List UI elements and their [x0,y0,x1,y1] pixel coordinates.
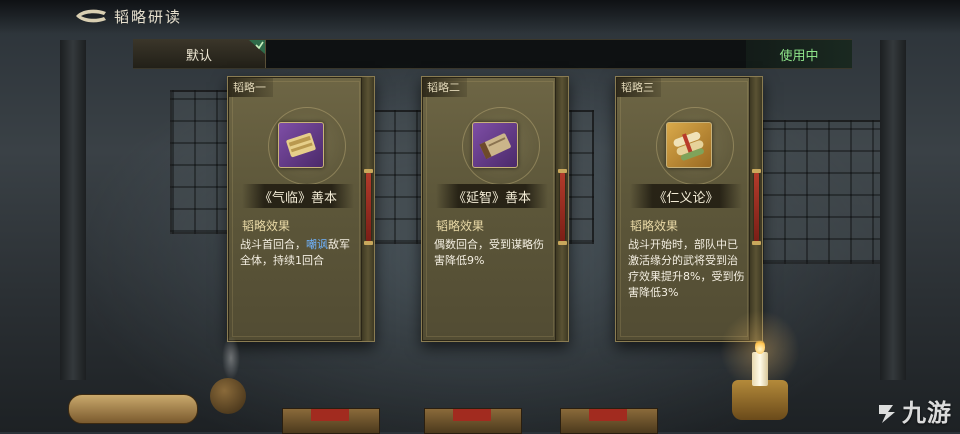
rolled-scroll-decoration [68,394,198,424]
in-use-label: 使用中 [779,49,819,64]
book-name: 《仁义论》 [653,191,719,206]
background-pillar-right [880,40,906,380]
page-title: 韬略研读 [114,8,183,26]
background-pillar-left [60,40,86,380]
in-use-status: 使用中 [746,40,852,68]
tab-default[interactable]: 默认 [133,40,266,68]
book-name: 《气临》善本 [258,191,337,206]
back-arrow-icon[interactable] [74,6,108,26]
strategy-card-3[interactable]: 韬略三 《仁义论》 韬略效果 战斗开始时，部队中已激活缘分的武将受到治疗效果提升… [615,76,763,342]
incense-burner-icon [210,378,246,414]
red-scroll-ornament-icon [364,169,373,245]
check-corner-icon [249,40,265,54]
watermark-text: 九游 [902,399,952,427]
effect-label: 韬略效果 [630,219,679,233]
red-scroll-ornament-icon [558,169,567,245]
effect-text-part: 战斗开始时，部队中已激活缘分的武将受到治疗效果提升8%，受到伤害降低3% [628,238,745,299]
purple-scroll-icon [278,122,324,168]
card-tag: 韬略二 [422,77,467,97]
effect-description: 战斗开始时，部队中已激活缘分的武将受到治疗效果提升8%，受到伤害降低3% [628,237,746,301]
desk-book-2 [424,408,522,434]
preset-tab-bar: 默认 使用中 [133,39,852,69]
desk-book-3 [560,408,658,434]
effect-keyword-link[interactable]: 嘲讽 [306,238,328,251]
candle-holder [732,380,788,420]
effect-label: 韬略效果 [436,219,485,233]
jiuyou-logo-icon [879,405,895,423]
purple-book-icon [472,122,518,168]
incense-smoke [222,336,240,380]
strategy-card-1[interactable]: 韬略一 《气临》善本 韬略效果 战斗首回合，嘲讽敌军全体，持续1回合 [227,76,375,342]
candle [752,352,768,386]
effect-text-part: 战斗首回合， [240,238,306,251]
effect-description: 战斗首回合，嘲讽敌军全体，持续1回合 [240,237,358,269]
gold-scrolls-icon [666,122,712,168]
red-scroll-ornament-icon [752,169,761,245]
card-tag: 韬略一 [228,77,273,97]
book-name-plate: 《延智》善本 [436,184,548,208]
watermark: 九游 [875,393,952,428]
book-name-plate: 《仁义论》 [630,184,742,208]
strategy-card-2[interactable]: 韬略二 《延智》善本 韬略效果 偶数回合，受到谋略伤害降低9% [421,76,569,342]
desk-book-1 [282,408,380,434]
effect-label: 韬略效果 [242,219,291,233]
book-name: 《延智》善本 [452,191,531,206]
candle-flame-icon [755,338,765,354]
tab-default-label: 默认 [185,49,212,64]
effect-text-part: 偶数回合，受到谋略伤害降低9% [434,238,544,267]
card-tag: 韬略三 [616,77,661,97]
background-lattice-window-right [760,120,884,264]
book-name-plate: 《气临》善本 [242,184,354,208]
effect-description: 偶数回合，受到谋略伤害降低9% [434,237,552,269]
top-bar: 韬略研读 [0,0,960,34]
